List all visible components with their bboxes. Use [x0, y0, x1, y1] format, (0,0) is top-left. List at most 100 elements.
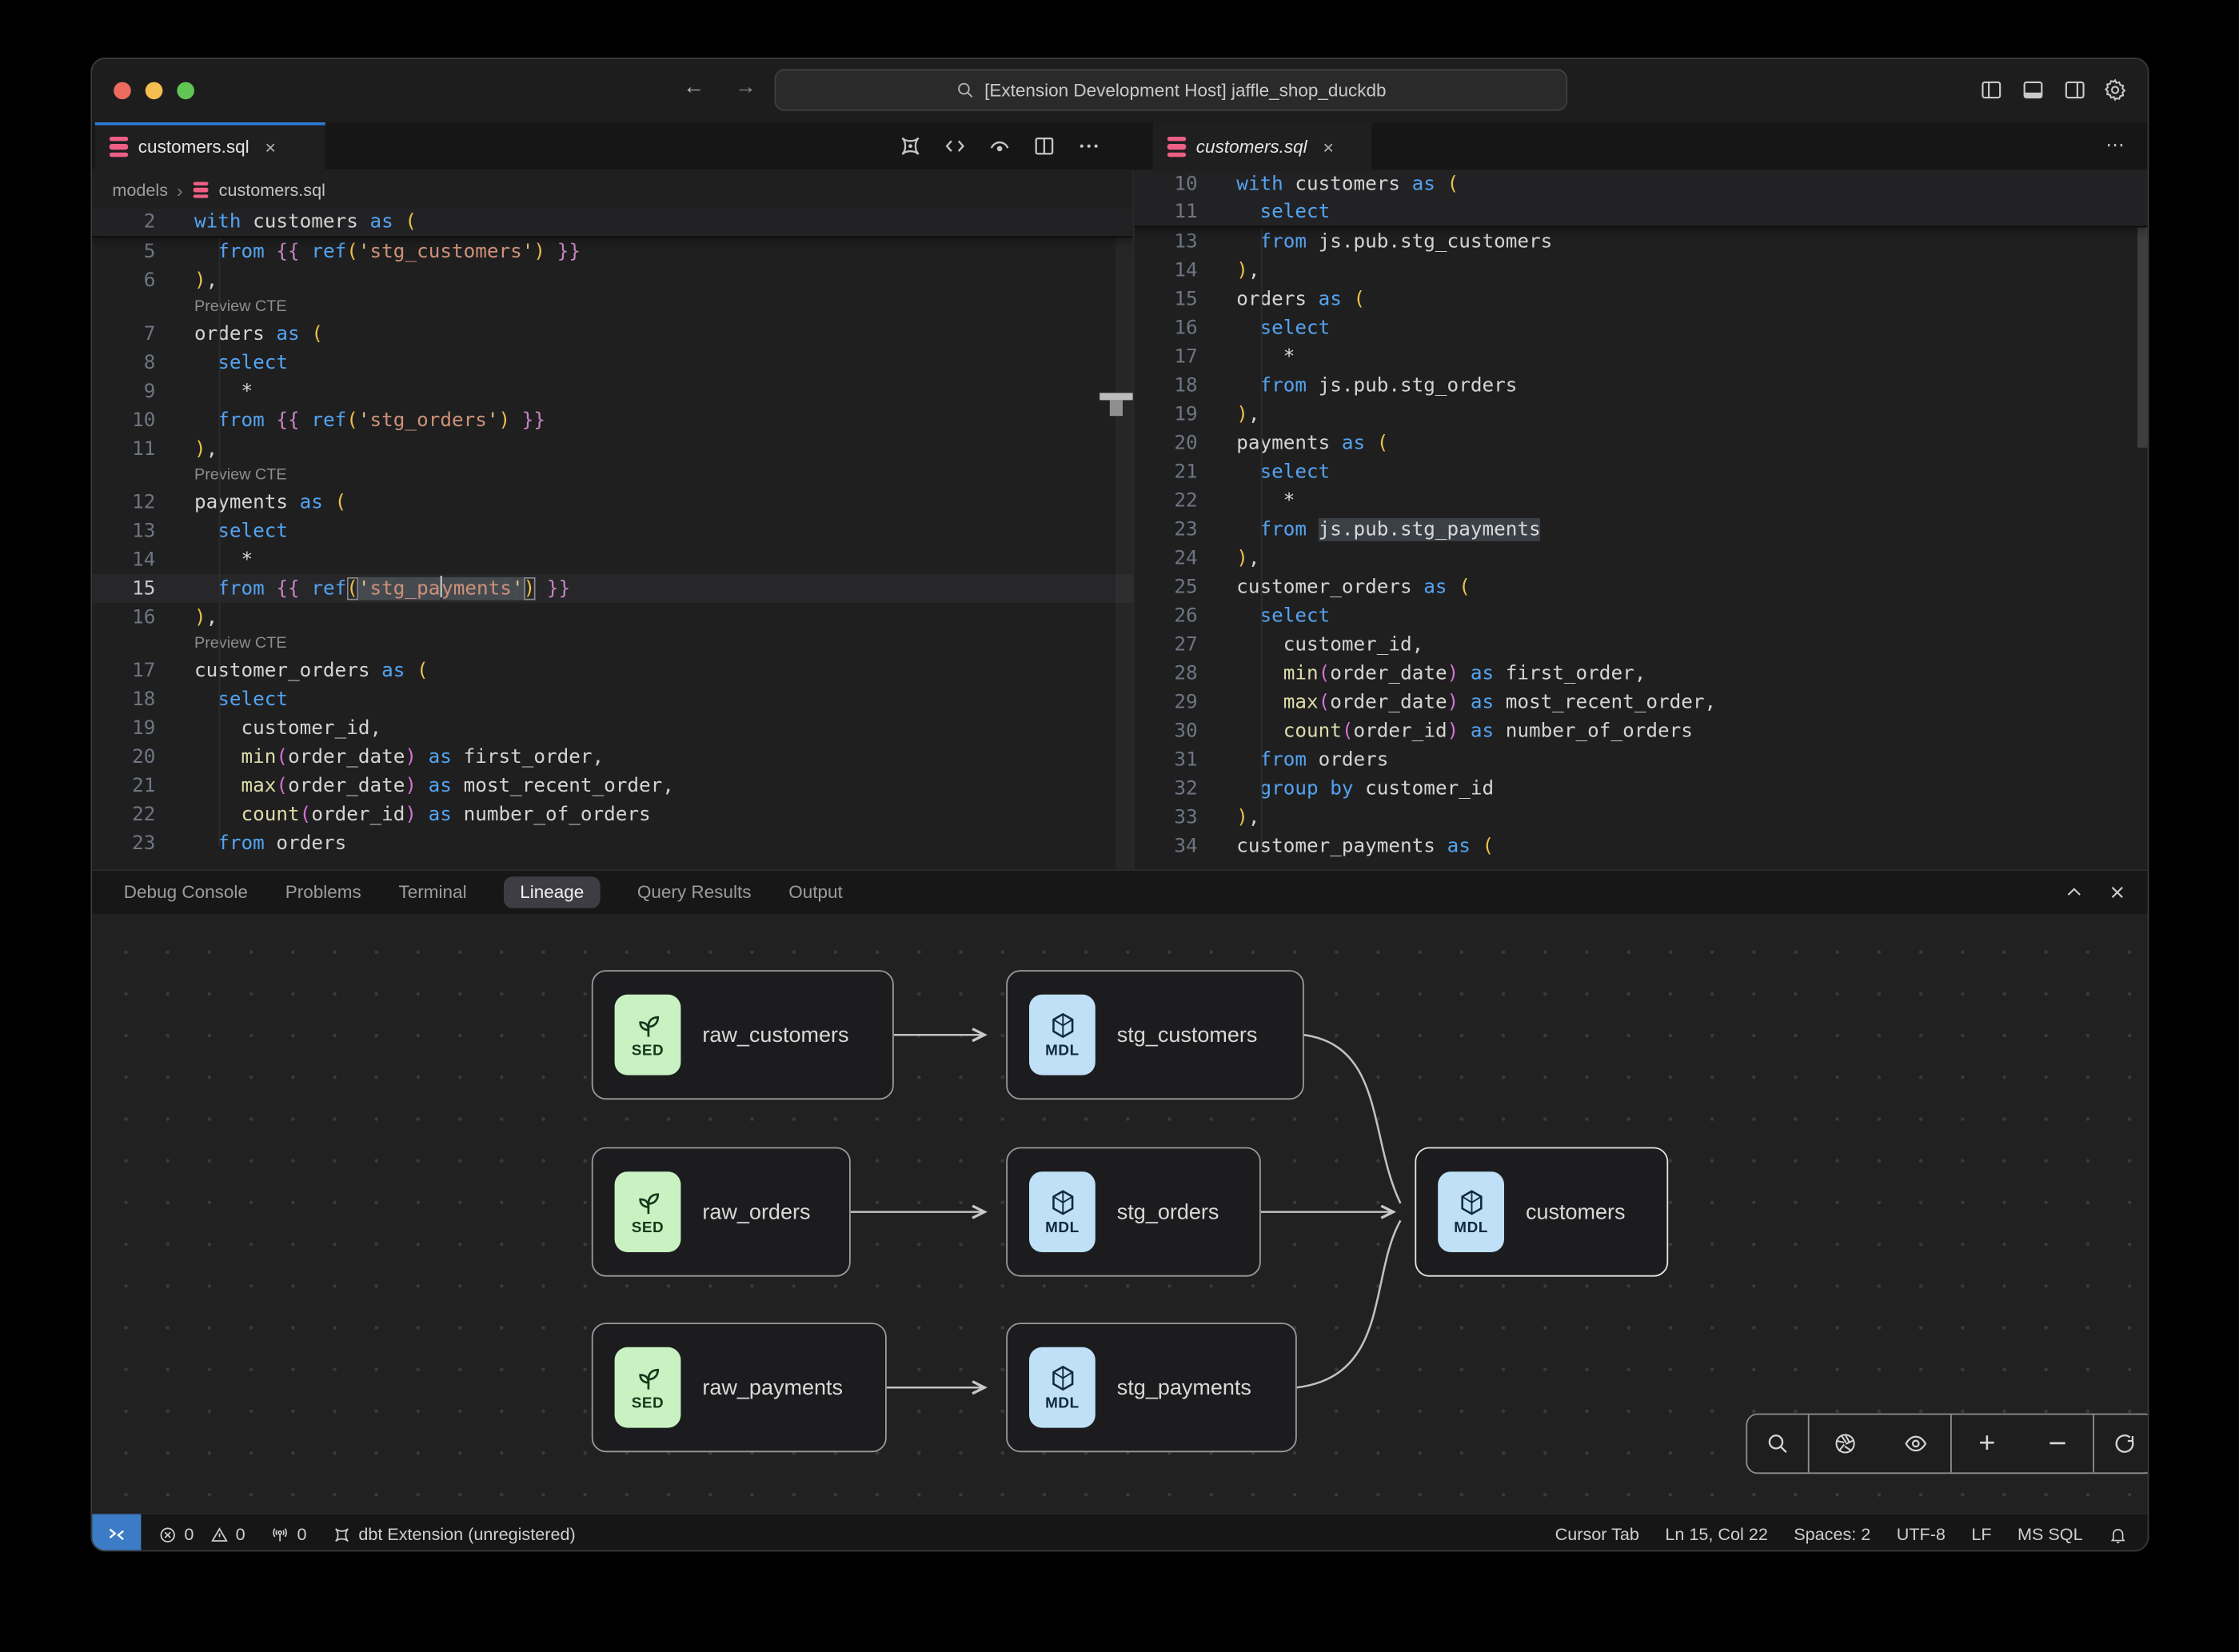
scrollbar-left[interactable]	[1116, 209, 1133, 869]
codelens-preview-cte[interactable]: Preview CTE	[92, 464, 1132, 489]
code-line-14[interactable]: 14),	[1134, 256, 2147, 285]
code-line-13[interactable]: 13 from js.pub.stg_customers	[1134, 227, 2147, 256]
code-line-30[interactable]: 30 count(order_id) as number_of_orders	[1134, 716, 2147, 745]
toggle-primary-sidebar-icon[interactable]	[1979, 78, 2004, 102]
preview-eye-icon[interactable]	[988, 134, 1012, 158]
lineage-search-button[interactable]	[1747, 1415, 1808, 1472]
code-line-16[interactable]: 16),	[92, 603, 1132, 632]
code-line-29[interactable]: 29 max(order_date) as most_recent_order,	[1134, 688, 2147, 716]
code-line-2[interactable]: 2with customers as (	[92, 209, 1132, 236]
code-line-7[interactable]: 7orders as (	[92, 320, 1132, 349]
ports-status[interactable]: 0	[271, 1524, 306, 1544]
minimize-window-button[interactable]	[146, 82, 163, 100]
problems-status[interactable]: 0 0	[158, 1524, 245, 1544]
code-line-20[interactable]: 20 min(order_date) as first_order,	[92, 743, 1132, 772]
code-line-24[interactable]: 24),	[1134, 544, 2147, 573]
code-line-11[interactable]: 11),	[92, 435, 1132, 464]
codelens-preview-cte[interactable]: Preview CTE	[92, 295, 1132, 320]
code-line-17[interactable]: 17customer_orders as (	[92, 656, 1132, 685]
zoom-in-button[interactable]: +	[1952, 1415, 2022, 1472]
code-line-17[interactable]: 17 *	[1134, 342, 2147, 371]
code-line-28[interactable]: 28 min(order_date) as first_order,	[1134, 659, 2147, 688]
eol-status[interactable]: LF	[1971, 1524, 1991, 1544]
lineage-node-customers[interactable]: MDL customers	[1415, 1147, 1668, 1277]
code-line-14[interactable]: 14 *	[92, 545, 1132, 574]
toggle-panel-icon[interactable]	[2021, 78, 2045, 102]
code-line-15[interactable]: 15 from {{ ref('stg_payments') }}	[92, 574, 1132, 603]
back-icon[interactable]: ←	[680, 75, 708, 100]
code-line-23[interactable]: 23 from js.pub.stg_payments	[1134, 515, 2147, 544]
code-line-18[interactable]: 18 from js.pub.stg_orders	[1134, 371, 2147, 400]
toggle-secondary-sidebar-icon[interactable]	[2062, 78, 2087, 102]
code-line-21[interactable]: 21 max(order_date) as most_recent_order,	[92, 772, 1132, 800]
notifications-bell[interactable]	[2109, 1525, 2127, 1543]
lineage-node-raw-orders[interactable]: SED raw_orders	[592, 1147, 851, 1277]
code-line-15[interactable]: 15orders as (	[1134, 285, 2147, 313]
code-line-34[interactable]: 34customer_payments as (	[1134, 832, 2147, 860]
close-panel-icon[interactable]	[2107, 882, 2127, 902]
dbt-power-user-icon[interactable]	[898, 134, 923, 158]
split-editor-icon[interactable]	[1032, 134, 1057, 158]
encoding-status[interactable]: UTF-8	[1897, 1524, 1946, 1544]
editor-group-more-icon[interactable]: ⋯	[2105, 134, 2125, 157]
zoom-out-button[interactable]: −	[2022, 1415, 2093, 1472]
editor-pane-left[interactable]: models › customers.sql 2with customers a…	[92, 171, 1134, 869]
maximize-panel-icon[interactable]	[2064, 882, 2084, 902]
close-window-button[interactable]	[114, 82, 131, 100]
compiled-code-icon[interactable]	[943, 134, 968, 158]
breadcrumb-file[interactable]: customers.sql	[219, 180, 325, 200]
breadcrumb[interactable]: models › customers.sql	[92, 171, 1132, 209]
code-line-10[interactable]: 10with customers as (	[1134, 171, 2147, 198]
lineage-aperture-button[interactable]	[1810, 1415, 1880, 1472]
remote-indicator[interactable]	[92, 1514, 141, 1552]
code-line-31[interactable]: 31 from orders	[1134, 745, 2147, 774]
editor-pane-right[interactable]: 10with customers as (11 select 13 from j…	[1134, 171, 2147, 869]
panel-tab-lineage[interactable]: Lineage	[504, 876, 600, 908]
breadcrumb-folder[interactable]: models	[112, 180, 168, 200]
code-line-26[interactable]: 26 select	[1134, 601, 2147, 630]
code-line-21[interactable]: 21 select	[1134, 457, 2147, 486]
lineage-node-stg-orders[interactable]: MDL stg_orders	[1006, 1147, 1261, 1277]
zoom-window-button[interactable]	[177, 82, 194, 100]
code-line-20[interactable]: 20payments as (	[1134, 429, 2147, 457]
code-line-22[interactable]: 22 *	[1134, 486, 2147, 515]
forward-icon[interactable]: →	[731, 75, 760, 100]
dbt-extension-status[interactable]: dbt Extension (unregistered)	[333, 1524, 576, 1544]
panel-tab-query-results[interactable]: Query Results	[637, 882, 752, 902]
code-line-32[interactable]: 32 group by customer_id	[1134, 774, 2147, 803]
codelens-preview-cte[interactable]: Preview CTE	[92, 632, 1132, 656]
code-line-22[interactable]: 22 count(order_id) as number_of_orders	[92, 800, 1132, 829]
code-line-33[interactable]: 33),	[1134, 803, 2147, 832]
command-center-search[interactable]: [Extension Development Host] jaffle_shop…	[774, 69, 1567, 110]
code-line-25[interactable]: 25customer_orders as (	[1134, 573, 2147, 601]
language-mode-status[interactable]: MS SQL	[2017, 1524, 2083, 1544]
code-line-18[interactable]: 18 select	[92, 685, 1132, 714]
code-line-9[interactable]: 9 *	[92, 377, 1132, 406]
code-line-19[interactable]: 19),	[1134, 400, 2147, 429]
cursor-mode-status[interactable]: Cursor Tab	[1555, 1524, 1639, 1544]
tab-customers-sql-left[interactable]: customers.sql ×	[95, 122, 325, 171]
code-line-6[interactable]: 6),	[92, 266, 1132, 295]
panel-tab-problems[interactable]: Problems	[285, 882, 361, 902]
code-line-5[interactable]: 5 from {{ ref('stg_customers') }}	[92, 237, 1132, 266]
code-line-8[interactable]: 8 select	[92, 349, 1132, 377]
tab-customers-sql-right[interactable]: customers.sql ×	[1153, 122, 1372, 171]
code-line-12[interactable]: 12payments as (	[92, 488, 1132, 517]
code-line-19[interactable]: 19 customer_id,	[92, 714, 1132, 743]
lineage-node-raw-payments[interactable]: SED raw_payments	[592, 1323, 887, 1452]
panel-tab-output[interactable]: Output	[788, 882, 843, 902]
lineage-node-stg-payments[interactable]: MDL stg_payments	[1006, 1323, 1297, 1452]
close-tab-icon[interactable]: ×	[265, 136, 276, 158]
code-line-27[interactable]: 27 customer_id,	[1134, 630, 2147, 659]
indentation-status[interactable]: Spaces: 2	[1794, 1524, 1870, 1544]
panel-tab-debug-console[interactable]: Debug Console	[124, 882, 248, 902]
code-line-23[interactable]: 23 from orders	[92, 829, 1132, 858]
code-line-16[interactable]: 16 select	[1134, 313, 2147, 342]
lineage-canvas[interactable]: SED raw_customers MDL stg_customers SED …	[92, 914, 2147, 1513]
code-line-10[interactable]: 10 from {{ ref('stg_orders') }}	[92, 406, 1132, 435]
more-actions-icon[interactable]	[1076, 134, 1101, 158]
settings-gear-icon[interactable]	[2103, 78, 2128, 102]
lineage-node-raw-customers[interactable]: SED raw_customers	[592, 970, 894, 1099]
refresh-button[interactable]	[2094, 1415, 2149, 1472]
code-line-13[interactable]: 13 select	[92, 517, 1132, 545]
